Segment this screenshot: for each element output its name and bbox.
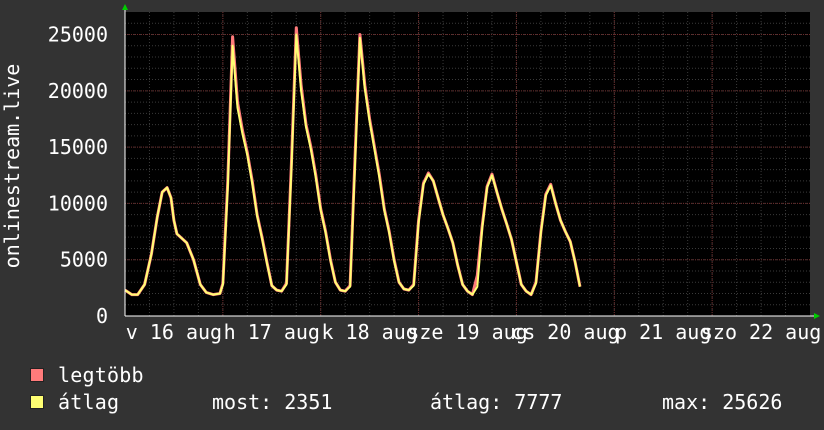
x-axis-arrow — [814, 313, 820, 319]
x-tick-label: szo 22 aug — [701, 320, 821, 344]
legend-label-avg: átlag — [58, 390, 120, 414]
y-tick-label: 10000 — [48, 191, 108, 215]
y-tick-label: 15000 — [48, 135, 108, 159]
x-tick-label: v 16 aug — [126, 320, 222, 344]
stat-current: most: 2351 — [212, 390, 333, 414]
y-tick-label: 25000 — [48, 23, 108, 47]
y-tick-label: 20000 — [48, 79, 108, 103]
y-axis-title: onlinestream.live — [0, 64, 24, 269]
traffic-chart: 0 5000 10000 15000 20000 25000 v 16 aug h 17 au… — [0, 4, 821, 344]
y-axis-arrow — [122, 4, 128, 10]
y-tick-label: 5000 — [60, 248, 108, 272]
stat-maximum: max: 25626 — [662, 390, 783, 414]
graph-panel: 0 5000 10000 15000 20000 25000 v 16 aug h 17 au… — [0, 0, 824, 430]
x-tick-label: k 18 aug — [321, 320, 417, 344]
x-tick-label: h 17 aug — [224, 320, 320, 344]
x-tick-label: sze 19 aug — [407, 320, 527, 344]
legend-item-avg: átlag — [30, 390, 120, 414]
legend-label-max: legtöbb — [58, 363, 144, 387]
legend-item-max: legtöbb — [30, 363, 144, 387]
x-tick-label: p 21 aug — [615, 320, 711, 344]
y-tick-label: 0 — [96, 304, 108, 328]
legend-swatch-avg — [30, 395, 44, 409]
stat-average: átlag: 7777 — [430, 390, 563, 414]
legend-swatch-max — [30, 368, 44, 382]
x-tick-label: cs 20 aug — [511, 320, 619, 344]
